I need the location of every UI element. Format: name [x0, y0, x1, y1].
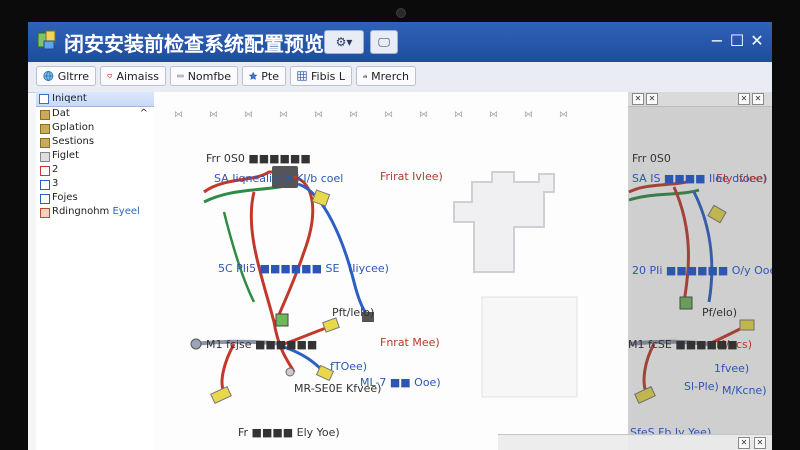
- toolbar-button-5[interactable]: Fibis L: [290, 66, 352, 86]
- diagram-label: 5C PIi5 ■■■■■■ SE: [218, 262, 340, 275]
- sidebar-item-8[interactable]: Rdingnohm Eyeel: [36, 205, 154, 219]
- close-button[interactable]: ✕: [748, 32, 766, 50]
- diagram-label: 20 PIi ■■■■■■ O/y Ooe): [632, 264, 772, 277]
- panel-close-icon[interactable]: ✕: [632, 93, 644, 105]
- diagram-label: Fnrat Mee): [380, 336, 440, 349]
- maximize-button[interactable]: ☐: [728, 32, 746, 50]
- sidebar-item-1[interactable]: Dat ^: [36, 107, 154, 121]
- diagram-label: Ely Ivlee): [716, 172, 767, 185]
- diagram-label: (Iiycee): [348, 262, 389, 275]
- diagram-label: Frr 0S0 ■■■■■■: [206, 152, 311, 165]
- diagram-label: 1fvee): [714, 362, 750, 375]
- arrow-icon: [40, 180, 50, 190]
- tool-icon: [40, 208, 50, 218]
- chart-icon: [363, 74, 367, 78]
- app-window: 闭安安装前检查系统配置预览 ⚙▾ 🖵 − ☐ ✕ Gltrre Aimaiss: [28, 22, 772, 450]
- sidebar-item-5[interactable]: 2: [36, 163, 154, 177]
- toolbar-button-4[interactable]: Pte: [242, 66, 286, 86]
- toolbar: Gltrre Aimaiss Nomfbe Pte Fibis L Mrerch: [28, 62, 772, 93]
- panel-close-icon[interactable]: ✕: [752, 93, 764, 105]
- grid-icon: [297, 71, 307, 81]
- diagram-label: Frirat Ivlee): [380, 170, 443, 183]
- checkbox-icon: [39, 94, 49, 104]
- gear-icon: ⚙▾: [335, 35, 353, 49]
- heart-icon: [107, 74, 113, 79]
- sidebar-item-7[interactable]: Fojes: [36, 191, 154, 205]
- diagram-label: M/Kcne): [722, 384, 767, 397]
- diagram-label: Fr ■■■■ Ely Yoe): [238, 426, 340, 439]
- title-bar: 闭安安装前检查系统配置预览 ⚙▾ 🖵 − ☐ ✕: [28, 22, 772, 62]
- diagram-label: ML-7 ■■ Ooe): [360, 376, 441, 389]
- bar-icon: [177, 74, 184, 78]
- arrow-icon: [40, 166, 50, 176]
- monitor-icon: 🖵: [378, 34, 390, 49]
- folder-icon: [40, 138, 50, 148]
- file-icon: [40, 152, 50, 162]
- panel-close-icon[interactable]: ✕: [738, 93, 750, 105]
- sidebar-tree: Iniqent Dat ^ Gplation Sestions Figlet 2…: [36, 92, 155, 450]
- diagram-label: fTOee): [330, 360, 368, 373]
- diagram-label: M1 fcjse ■■■■■■: [206, 338, 318, 351]
- close-icon[interactable]: ✕: [754, 437, 766, 449]
- webcam-icon: [396, 8, 406, 18]
- bottom-scroll-bar[interactable]: ✕ ✕: [498, 434, 772, 450]
- folder-icon: [40, 110, 50, 120]
- diagram-canvas[interactable]: ⋈ ⋈ ⋈ ⋈ ⋈ ⋈ ⋈ ⋈ ⋈ ⋈ ⋈ ⋈ Frr 0S0 ■■■■■■ S…: [154, 92, 772, 450]
- display-button[interactable]: 🖵: [370, 30, 398, 54]
- diagram-label: M1 fcSE ■■■■■■: [628, 338, 738, 351]
- sidebar-item-2[interactable]: Gplation: [36, 121, 154, 135]
- globe-icon: [43, 71, 54, 81]
- close-icon[interactable]: ✕: [738, 437, 750, 449]
- settings-dropdown-button[interactable]: ⚙▾: [324, 30, 364, 54]
- diagram-label: Frr 0S0: [632, 152, 671, 165]
- sidebar-header[interactable]: Iniqent: [36, 92, 154, 107]
- diagram-label: SA Iiqnealip 0i KI/b coel: [214, 172, 344, 185]
- minimize-button[interactable]: −: [708, 32, 726, 50]
- diagram-label: Pf/elo): [702, 306, 738, 319]
- diagram-label: Pft/lelo): [332, 306, 375, 319]
- app-logo-icon: [37, 30, 56, 50]
- toolbar-button-2[interactable]: Aimaiss: [100, 66, 166, 86]
- panel-close-icon[interactable]: ✕: [646, 93, 658, 105]
- sidebar-item-3[interactable]: Sestions: [36, 135, 154, 149]
- chevron-up-icon[interactable]: ^: [140, 107, 148, 121]
- folder-icon: [40, 124, 50, 134]
- star-icon: [249, 71, 258, 80]
- sidebar-item-4[interactable]: Figlet: [36, 149, 154, 163]
- monitor-bezel: 闭安安装前检查系统配置预览 ⚙▾ 🖵 − ☐ ✕ Gltrre Aimaiss: [0, 0, 800, 450]
- diagram-label: Sl-Ple): [684, 380, 719, 393]
- toolbar-button-1[interactable]: Gltrre: [36, 66, 96, 86]
- window-title: 闭安安装前检查系统配置预览: [64, 32, 324, 56]
- file-icon: [40, 194, 50, 204]
- sidebar-item-6[interactable]: 3: [36, 177, 154, 191]
- toolbar-button-3[interactable]: Nomfbe: [170, 66, 238, 86]
- preview-panel-tabs: ✕ ✕ ✕ ✕: [628, 92, 772, 107]
- toolbar-button-6[interactable]: Mrerch: [356, 66, 416, 86]
